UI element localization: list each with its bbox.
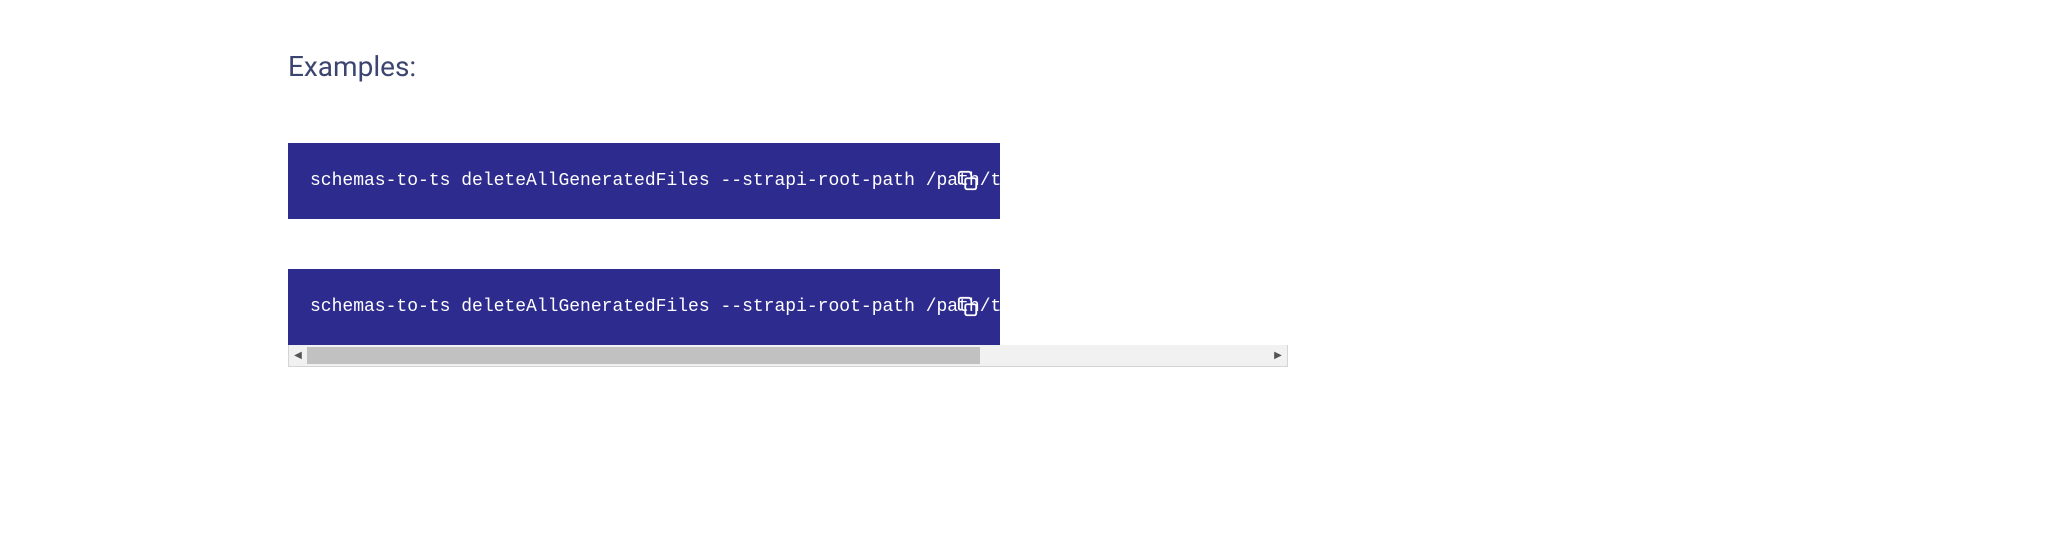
section-heading: Examples:	[288, 50, 1000, 83]
code-text: schemas-to-ts deleteAllGeneratedFiles --…	[288, 269, 1000, 345]
code-block-wrapper: schemas-to-ts deleteAllGeneratedFiles --…	[288, 269, 1000, 367]
code-block: schemas-to-ts deleteAllGeneratedFiles --…	[288, 269, 1000, 345]
copy-button[interactable]	[954, 167, 982, 195]
scrollbar-track[interactable]	[307, 345, 1269, 366]
copy-icon	[957, 170, 979, 192]
scroll-left-arrow[interactable]: ◀	[289, 345, 307, 366]
horizontal-scrollbar[interactable]: ◀ ▶	[288, 345, 1288, 367]
scrollbar-thumb[interactable]	[307, 347, 980, 364]
copy-icon	[957, 296, 979, 318]
scroll-right-arrow[interactable]: ▶	[1269, 345, 1287, 366]
content-container: Examples: schemas-to-ts deleteAllGenerat…	[0, 0, 1000, 367]
code-block: schemas-to-ts deleteAllGeneratedFiles --…	[288, 143, 1000, 219]
copy-button[interactable]	[954, 293, 982, 321]
code-text: schemas-to-ts deleteAllGeneratedFiles --…	[288, 143, 1000, 219]
